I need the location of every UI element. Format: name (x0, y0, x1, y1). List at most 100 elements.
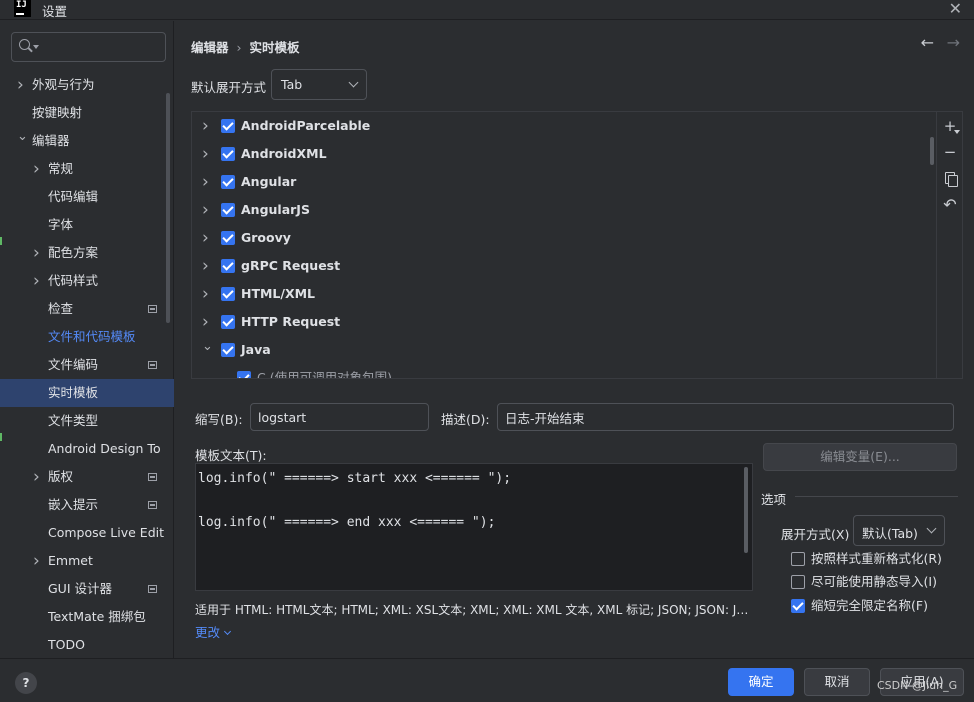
breadcrumb-separator: › (236, 40, 242, 55)
chevron-right-icon[interactable] (33, 547, 40, 575)
template-group-name: AngularJS (241, 202, 310, 217)
template-group-checkbox[interactable] (221, 343, 235, 357)
template-group-checkbox[interactable] (221, 119, 235, 133)
chevron-right-icon[interactable] (202, 112, 212, 141)
sidebar-scrollbar[interactable] (166, 93, 170, 323)
template-group-row[interactable]: HTTP Request (192, 308, 937, 336)
cancel-button[interactable]: 取消 (804, 668, 870, 696)
sidebar-item[interactable]: 检查 (0, 295, 174, 323)
sidebar-item[interactable]: TextMate 捆绑包 (0, 603, 174, 631)
expand-with-label: 展开方式(X) (781, 527, 850, 542)
chevron-right-icon[interactable] (202, 280, 212, 309)
sidebar-item[interactable]: 实时模板 (0, 379, 174, 407)
sidebar-item[interactable]: 字体 (0, 211, 174, 239)
option-label: 缩短完全限定名称(F) (811, 598, 928, 613)
chevron-down-icon[interactable] (17, 127, 28, 155)
forward-arrow-icon[interactable]: → (947, 33, 960, 52)
chevron-right-icon[interactable] (33, 267, 40, 295)
sidebar-item[interactable]: Compose Live Edit (0, 519, 174, 547)
chevron-right-icon[interactable] (202, 252, 212, 281)
template-group-checkbox[interactable] (221, 147, 235, 161)
template-group-row[interactable]: Java (192, 336, 937, 364)
sidebar-item[interactable]: TODO (0, 631, 174, 659)
help-icon[interactable]: ? (15, 672, 37, 694)
sidebar-item[interactable]: 代码样式 (0, 267, 174, 295)
expand-with-select[interactable]: 默认(Tab) (853, 515, 945, 546)
chevron-right-icon[interactable] (202, 196, 212, 225)
chevron-down-icon (348, 77, 359, 88)
abbreviation-input[interactable] (250, 403, 429, 431)
chevron-right-icon[interactable] (17, 71, 24, 99)
chevron-right-icon[interactable] (33, 239, 40, 267)
option-checkbox[interactable] (791, 599, 805, 613)
remove-icon[interactable]: − (943, 145, 957, 160)
close-icon[interactable]: ✕ (949, 0, 962, 18)
description-input[interactable] (497, 403, 954, 431)
template-group-checkbox[interactable] (221, 287, 235, 301)
chevron-down-icon[interactable] (202, 336, 212, 365)
editor-scrollbar[interactable] (744, 467, 748, 553)
project-level-icon (148, 473, 157, 481)
template-group-name: Angular (241, 174, 297, 189)
sidebar-item[interactable]: 外观与行为 (0, 71, 174, 99)
copy-icon[interactable] (943, 171, 958, 187)
search-history-caret-icon[interactable] (33, 45, 39, 49)
template-toolbar: + − ↶ (936, 112, 962, 378)
template-group-row[interactable]: AndroidParcelable (192, 112, 937, 140)
sidebar-item[interactable]: 配色方案 (0, 239, 174, 267)
sidebar-item[interactable]: 嵌入提示 (0, 491, 174, 519)
template-group-row[interactable]: Groovy (192, 224, 937, 252)
template-group-row[interactable]: HTML/XML (192, 280, 937, 308)
add-icon[interactable]: + (943, 119, 960, 134)
chevron-right-icon[interactable] (202, 224, 212, 253)
template-item-checkbox[interactable] (237, 371, 251, 378)
template-group-checkbox[interactable] (221, 203, 235, 217)
template-group-row[interactable]: AndroidXML (192, 140, 937, 168)
chevron-right-icon[interactable] (33, 463, 40, 491)
chevron-right-icon[interactable] (202, 140, 212, 169)
template-item-row[interactable]: C (使用可调用对象包围) (192, 364, 937, 378)
option-checkbox[interactable] (791, 575, 805, 589)
template-group-checkbox[interactable] (221, 259, 235, 273)
sidebar-item[interactable]: Android Design To (0, 435, 174, 463)
change-contexts-link[interactable]: 更改 (195, 622, 232, 641)
breadcrumb-parent[interactable]: 编辑器 (191, 40, 229, 55)
back-arrow-icon[interactable]: ← (921, 33, 934, 52)
template-text-editor[interactable]: log.info(" ======> start xxx <====== ");… (195, 463, 753, 591)
template-group-row[interactable]: Angular (192, 168, 937, 196)
chevron-right-icon[interactable] (202, 168, 212, 197)
sidebar-item[interactable]: Emmet (0, 547, 174, 575)
dialog-footer: ? 确定 取消 应用(A) CSDN @Jiuh_G (0, 658, 974, 702)
sidebar-item[interactable]: GUI 设计器 (0, 575, 174, 603)
edit-variables-button[interactable]: 编辑变量(E)... (763, 443, 957, 471)
revert-icon[interactable]: ↶ (943, 197, 957, 213)
template-group-checkbox[interactable] (221, 175, 235, 189)
sidebar-item[interactable]: 文件编码 (0, 351, 174, 379)
sidebar-item[interactable]: 编辑器 (0, 127, 174, 155)
sidebar-item[interactable]: 按键映射 (0, 99, 174, 127)
search-input[interactable] (42, 37, 160, 57)
template-list-scrollbar[interactable] (930, 137, 934, 165)
expand-with-value: 默认(Tab) (862, 526, 918, 541)
template-group-row[interactable]: AngularJS (192, 196, 937, 224)
sidebar-item[interactable]: 文件和代码模板 (0, 323, 174, 351)
template-group-row[interactable]: gRPC Request (192, 252, 937, 280)
change-marker (0, 433, 2, 441)
sidebar-item[interactable]: 文件类型 (0, 407, 174, 435)
sidebar-item-label: 外观与行为 (32, 77, 95, 92)
template-group-name: AndroidXML (241, 146, 327, 161)
sidebar-item[interactable]: 代码编辑 (0, 183, 174, 211)
project-level-icon (148, 501, 157, 509)
ok-button[interactable]: 确定 (728, 668, 794, 696)
option-checkbox[interactable] (791, 552, 805, 566)
settings-search[interactable] (11, 32, 166, 62)
template-group-checkbox[interactable] (221, 231, 235, 245)
settings-sidebar: 外观与行为按键映射编辑器常规代码编辑字体配色方案代码样式检查文件和代码模板文件编… (0, 21, 174, 658)
sidebar-item[interactable]: 常规 (0, 155, 174, 183)
template-group-checkbox[interactable] (221, 315, 235, 329)
template-tree[interactable]: AndroidParcelable AndroidXML Angular Angula… (192, 112, 937, 378)
chevron-right-icon[interactable] (202, 308, 212, 337)
default-expand-select[interactable]: Tab (271, 69, 367, 100)
chevron-right-icon[interactable] (33, 155, 40, 183)
sidebar-item[interactable]: 版权 (0, 463, 174, 491)
